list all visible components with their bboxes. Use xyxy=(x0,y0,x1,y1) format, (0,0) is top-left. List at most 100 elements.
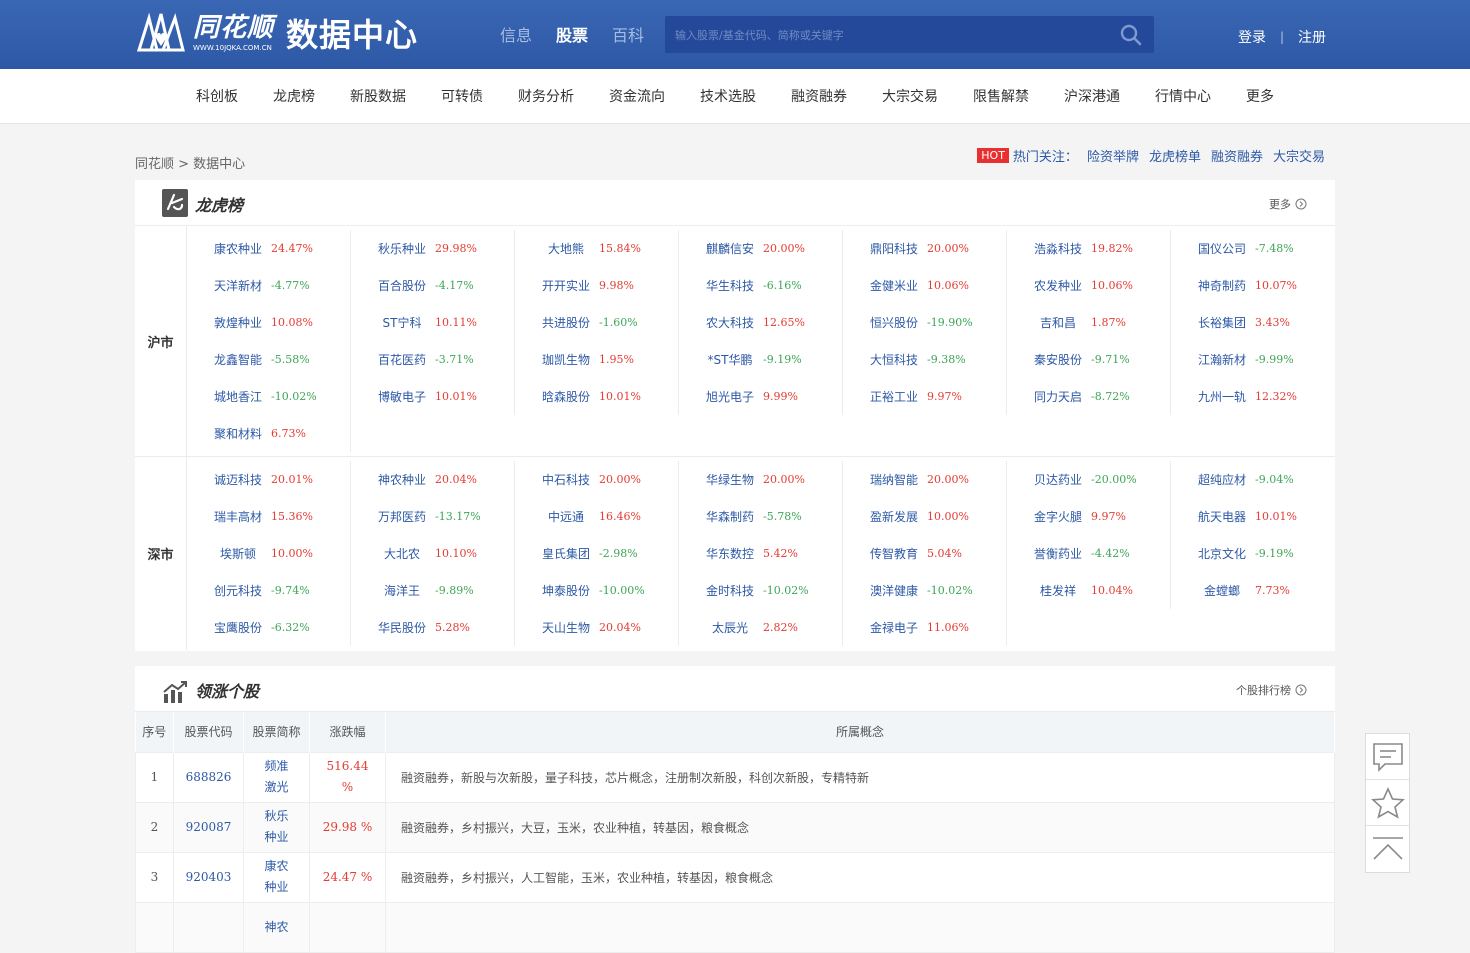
hot-link-insurance[interactable]: 险资举牌 xyxy=(1087,146,1139,165)
stock-name-cell[interactable]: 频准 激光 xyxy=(243,751,310,803)
stock-name-link[interactable]: 埃斯顿 xyxy=(205,545,271,562)
stock-name-link[interactable]: 金健米业 xyxy=(861,277,927,294)
stock-name-link[interactable]: 龙鑫智能 xyxy=(205,351,271,368)
stock-name-link[interactable]: 农发种业 xyxy=(1025,277,1091,294)
stock-name-link[interactable]: 太辰光 xyxy=(697,619,763,636)
subnav-item[interactable]: 行情中心 xyxy=(1155,86,1211,106)
subnav-item[interactable]: 大宗交易 xyxy=(882,86,938,106)
topnav-item-wiki[interactable]: 百科 xyxy=(612,22,644,46)
stock-name-link[interactable]: 大北农 xyxy=(369,545,435,562)
stock-name-link[interactable]: 万邦医药 xyxy=(369,508,435,525)
stock-name-link[interactable]: 天洋新材 xyxy=(205,277,271,294)
stock-name-link[interactable]: 城地香江 xyxy=(205,388,271,405)
stock-name-link[interactable]: 海洋王 xyxy=(369,582,435,599)
stock-name-link[interactable]: 麒麟信安 xyxy=(697,240,763,257)
stock-name-link[interactable]: 天山生物 xyxy=(533,619,599,636)
stock-name-link[interactable]: 敦煌种业 xyxy=(205,314,271,331)
stock-name-link[interactable]: 超纯应材 xyxy=(1189,471,1255,488)
hot-link-dragon[interactable]: 龙虎榜单 xyxy=(1149,146,1201,165)
search-icon[interactable] xyxy=(1120,24,1142,46)
subnav-item[interactable]: 财务分析 xyxy=(518,86,574,106)
stock-name-link[interactable]: 贝达药业 xyxy=(1025,471,1091,488)
stock-name-link[interactable]: 华民股份 xyxy=(369,619,435,636)
subnav-item[interactable]: 技术选股 xyxy=(700,86,756,106)
stock-name-link[interactable]: *ST华鹏 xyxy=(697,351,763,368)
stock-name-link[interactable]: 金禄电子 xyxy=(861,619,927,636)
stock-name-link[interactable]: 共进股份 xyxy=(533,314,599,331)
subnav-item[interactable]: 更多 xyxy=(1246,86,1274,106)
stock-name-link[interactable]: 大恒科技 xyxy=(861,351,927,368)
stock-name-link[interactable]: 航天电器 xyxy=(1189,508,1255,525)
stock-name-link[interactable]: 康农种业 xyxy=(205,240,271,257)
stock-name-link[interactable]: 同力天启 xyxy=(1025,388,1091,405)
feedback-button[interactable] xyxy=(1366,734,1409,780)
search-input[interactable] xyxy=(675,26,1105,44)
stock-name-link[interactable]: 聚和材料 xyxy=(205,425,271,442)
subnav-item[interactable]: 限售解禁 xyxy=(973,86,1029,106)
stock-name-link[interactable]: 誉衡药业 xyxy=(1025,545,1091,562)
stock-name-link[interactable]: 神奇制药 xyxy=(1189,277,1255,294)
stock-name-link[interactable]: 国仪公司 xyxy=(1189,240,1255,257)
dragon-more-link[interactable]: 更多 xyxy=(1269,196,1307,212)
stock-name-link[interactable]: 吉和昌 xyxy=(1025,314,1091,331)
stock-name-link[interactable]: 百合股份 xyxy=(369,277,435,294)
stock-name-cell[interactable]: 康农 种业 xyxy=(243,851,310,903)
topnav-item-stocks[interactable]: 股票 xyxy=(556,22,588,46)
stock-name-link[interactable]: 华东数控 xyxy=(697,545,763,562)
subnav-item[interactable]: 沪深港通 xyxy=(1064,86,1120,106)
subnav-item[interactable]: 科创板 xyxy=(196,86,238,106)
stock-name-link[interactable]: 金字火腿 xyxy=(1025,508,1091,525)
stock-name-link[interactable]: 鼎阳科技 xyxy=(861,240,927,257)
stock-name-link[interactable]: ST宁科 xyxy=(369,314,435,331)
stock-name-link[interactable]: 创元科技 xyxy=(205,582,271,599)
stock-name-link[interactable]: 开开实业 xyxy=(533,277,599,294)
stock-code-link[interactable]: 920403 xyxy=(173,851,244,903)
stock-name-link[interactable]: 秋乐种业 xyxy=(369,240,435,257)
stock-ranking-link[interactable]: 个股排行榜 xyxy=(1236,682,1307,698)
stock-name-cell[interactable]: 神农 xyxy=(243,901,310,953)
stock-code-link[interactable]: 688826 xyxy=(173,751,244,803)
stock-name-link[interactable]: 传智教育 xyxy=(861,545,927,562)
stock-name-link[interactable]: 秦安股份 xyxy=(1025,351,1091,368)
stock-name-link[interactable]: 金时科技 xyxy=(697,582,763,599)
stock-name-link[interactable]: 九州一轨 xyxy=(1189,388,1255,405)
hot-link-margin[interactable]: 融资融券 xyxy=(1211,146,1263,165)
subnav-item[interactable]: 资金流向 xyxy=(609,86,665,106)
subnav-item[interactable]: 龙虎榜 xyxy=(273,86,315,106)
stock-name-link[interactable]: 坤泰股份 xyxy=(533,582,599,599)
hot-link-block-trade[interactable]: 大宗交易 xyxy=(1273,146,1325,165)
register-link[interactable]: 注册 xyxy=(1298,27,1326,47)
stock-name-link[interactable]: 瑞丰高材 xyxy=(205,508,271,525)
stock-name-link[interactable]: 恒兴股份 xyxy=(861,314,927,331)
stock-name-link[interactable]: 旭光电子 xyxy=(697,388,763,405)
stock-name-link[interactable]: 华绿生物 xyxy=(697,471,763,488)
stock-name-link[interactable]: 盈新发展 xyxy=(861,508,927,525)
logo[interactable]: 同花顺 WWW.10JQKA.COM.CN 数据中心 xyxy=(135,10,418,56)
stock-name-link[interactable]: 农大科技 xyxy=(697,314,763,331)
stock-name-cell[interactable]: 秋乐 种业 xyxy=(243,801,310,853)
stock-name-link[interactable]: 金螳螂 xyxy=(1189,582,1255,599)
stock-name-link[interactable]: 博敏电子 xyxy=(369,388,435,405)
stock-name-link[interactable]: 华生科技 xyxy=(697,277,763,294)
stock-name-link[interactable]: 北京文化 xyxy=(1189,545,1255,562)
stock-name-link[interactable]: 宝鹰股份 xyxy=(205,619,271,636)
stock-name-link[interactable]: 中远通 xyxy=(533,508,599,525)
stock-name-link[interactable]: 皇氏集团 xyxy=(533,545,599,562)
stock-name-link[interactable]: 瑞纳智能 xyxy=(861,471,927,488)
stock-name-link[interactable]: 珈凯生物 xyxy=(533,351,599,368)
stock-name-link[interactable]: 正裕工业 xyxy=(861,388,927,405)
stock-name-link[interactable]: 百花医药 xyxy=(369,351,435,368)
topnav-item-info[interactable]: 信息 xyxy=(500,22,532,46)
favorite-button[interactable] xyxy=(1366,780,1409,826)
stock-name-link[interactable]: 诚迈科技 xyxy=(205,471,271,488)
stock-code-link[interactable] xyxy=(173,901,244,953)
stock-name-link[interactable]: 浩淼科技 xyxy=(1025,240,1091,257)
stock-name-link[interactable]: 江瀚新材 xyxy=(1189,351,1255,368)
stock-name-link[interactable]: 澳洋健康 xyxy=(861,582,927,599)
subnav-item[interactable]: 融资融券 xyxy=(791,86,847,106)
stock-name-link[interactable]: 桂发祥 xyxy=(1025,582,1091,599)
subnav-item[interactable]: 可转债 xyxy=(441,86,483,106)
stock-name-link[interactable]: 神农种业 xyxy=(369,471,435,488)
stock-name-link[interactable]: 大地熊 xyxy=(533,240,599,257)
stock-name-link[interactable]: 长裕集团 xyxy=(1189,314,1255,331)
